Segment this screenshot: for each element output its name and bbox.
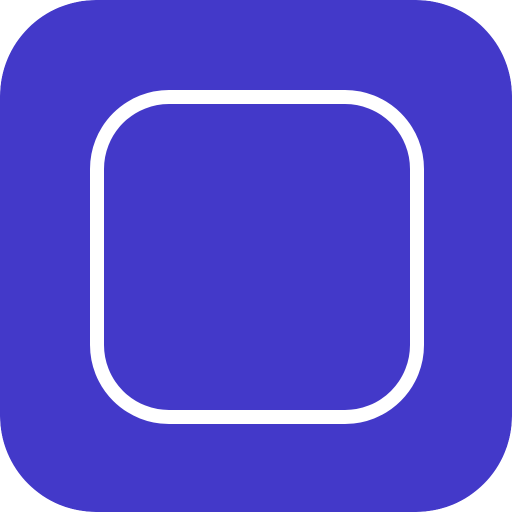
app-icon-graphic	[0, 0, 512, 512]
app-icon	[0, 0, 512, 512]
app-icon-background	[0, 0, 512, 512]
